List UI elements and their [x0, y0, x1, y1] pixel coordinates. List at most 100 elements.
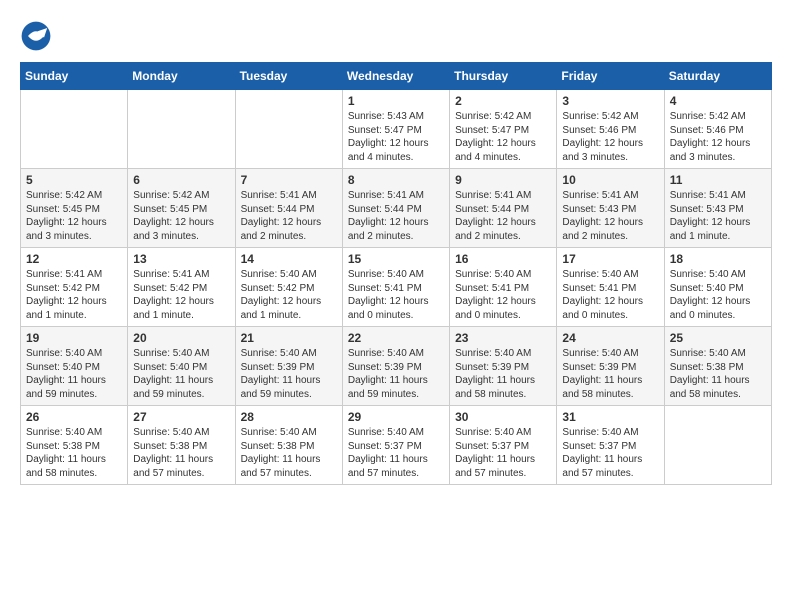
day-info: Sunrise: 5:40 AM Sunset: 5:41 PM Dayligh… [348, 268, 444, 322]
col-header-saturday: Saturday [664, 63, 771, 90]
logo [20, 20, 58, 52]
day-number: 21 [241, 331, 337, 345]
col-header-tuesday: Tuesday [235, 63, 342, 90]
calendar-cell: 22 Sunrise: 5:40 AM Sunset: 5:39 PM Dayli… [342, 327, 449, 406]
page-header [20, 20, 772, 52]
day-number: 10 [562, 173, 658, 187]
calendar-cell: 25 Sunrise: 5:40 AM Sunset: 5:38 PM Dayli… [664, 327, 771, 406]
logo-icon [20, 20, 52, 52]
day-number: 29 [348, 410, 444, 424]
day-number: 3 [562, 94, 658, 108]
calendar-week-row: 12 Sunrise: 5:41 AM Sunset: 5:42 PM Dayli… [21, 248, 772, 327]
day-number: 25 [670, 331, 766, 345]
calendar-cell [128, 90, 235, 169]
calendar-week-row: 1 Sunrise: 5:43 AM Sunset: 5:47 PM Daylig… [21, 90, 772, 169]
day-number: 9 [455, 173, 551, 187]
day-number: 1 [348, 94, 444, 108]
day-info: Sunrise: 5:41 AM Sunset: 5:42 PM Dayligh… [26, 268, 122, 322]
day-info: Sunrise: 5:41 AM Sunset: 5:42 PM Dayligh… [133, 268, 229, 322]
day-info: Sunrise: 5:40 AM Sunset: 5:39 PM Dayligh… [241, 347, 337, 401]
day-number: 30 [455, 410, 551, 424]
day-info: Sunrise: 5:42 AM Sunset: 5:47 PM Dayligh… [455, 110, 551, 164]
day-info: Sunrise: 5:41 AM Sunset: 5:44 PM Dayligh… [455, 189, 551, 243]
calendar-cell: 18 Sunrise: 5:40 AM Sunset: 5:40 PM Dayli… [664, 248, 771, 327]
day-info: Sunrise: 5:42 AM Sunset: 5:45 PM Dayligh… [133, 189, 229, 243]
day-info: Sunrise: 5:41 AM Sunset: 5:44 PM Dayligh… [348, 189, 444, 243]
day-info: Sunrise: 5:40 AM Sunset: 5:41 PM Dayligh… [562, 268, 658, 322]
calendar-cell: 2 Sunrise: 5:42 AM Sunset: 5:47 PM Daylig… [450, 90, 557, 169]
calendar-cell: 8 Sunrise: 5:41 AM Sunset: 5:44 PM Daylig… [342, 169, 449, 248]
day-info: Sunrise: 5:40 AM Sunset: 5:38 PM Dayligh… [241, 426, 337, 480]
day-info: Sunrise: 5:40 AM Sunset: 5:37 PM Dayligh… [455, 426, 551, 480]
day-info: Sunrise: 5:43 AM Sunset: 5:47 PM Dayligh… [348, 110, 444, 164]
day-number: 16 [455, 252, 551, 266]
day-number: 31 [562, 410, 658, 424]
calendar-cell: 27Sunrise: 5:40 AM Sunset: 5:38 PM Dayli… [128, 406, 235, 485]
day-info: Sunrise: 5:40 AM Sunset: 5:37 PM Dayligh… [348, 426, 444, 480]
calendar-cell: 11 Sunrise: 5:41 AM Sunset: 5:43 PM Dayli… [664, 169, 771, 248]
day-number: 20 [133, 331, 229, 345]
calendar-cell: 21 Sunrise: 5:40 AM Sunset: 5:39 PM Dayli… [235, 327, 342, 406]
calendar: SundayMondayTuesdayWednesdayThursdayFrid… [20, 62, 772, 485]
day-info: Sunrise: 5:40 AM Sunset: 5:39 PM Dayligh… [348, 347, 444, 401]
day-number: 6 [133, 173, 229, 187]
calendar-cell: 30 Sunrise: 5:40 AM Sunset: 5:37 PM Dayli… [450, 406, 557, 485]
calendar-cell: 7 Sunrise: 5:41 AM Sunset: 5:44 PM Daylig… [235, 169, 342, 248]
day-number: 4 [670, 94, 766, 108]
calendar-cell: 9 Sunrise: 5:41 AM Sunset: 5:44 PM Daylig… [450, 169, 557, 248]
calendar-cell: 12 Sunrise: 5:41 AM Sunset: 5:42 PM Dayli… [21, 248, 128, 327]
calendar-cell [664, 406, 771, 485]
day-info: Sunrise: 5:40 AM Sunset: 5:40 PM Dayligh… [133, 347, 229, 401]
day-info: Sunrise: 5:40 AM Sunset: 5:39 PM Dayligh… [562, 347, 658, 401]
calendar-cell: 15Sunrise: 5:40 AM Sunset: 5:41 PM Dayli… [342, 248, 449, 327]
calendar-cell: 19 Sunrise: 5:40 AM Sunset: 5:40 PM Dayli… [21, 327, 128, 406]
calendar-cell: 31 Sunrise: 5:40 AM Sunset: 5:37 PM Dayli… [557, 406, 664, 485]
calendar-cell: 14 Sunrise: 5:40 AM Sunset: 5:42 PM Dayli… [235, 248, 342, 327]
calendar-week-row: 5Sunrise: 5:42 AM Sunset: 5:45 PM Daylig… [21, 169, 772, 248]
day-number: 22 [348, 331, 444, 345]
day-number: 26 [26, 410, 122, 424]
day-number: 28 [241, 410, 337, 424]
calendar-cell: 26 Sunrise: 5:40 AM Sunset: 5:38 PM Dayli… [21, 406, 128, 485]
day-info: Sunrise: 5:42 AM Sunset: 5:45 PM Dayligh… [26, 189, 122, 243]
calendar-cell: 10Sunrise: 5:41 AM Sunset: 5:43 PM Dayli… [557, 169, 664, 248]
day-number: 23 [455, 331, 551, 345]
day-info: Sunrise: 5:40 AM Sunset: 5:38 PM Dayligh… [133, 426, 229, 480]
day-number: 12 [26, 252, 122, 266]
day-info: Sunrise: 5:41 AM Sunset: 5:44 PM Dayligh… [241, 189, 337, 243]
day-number: 17 [562, 252, 658, 266]
day-number: 19 [26, 331, 122, 345]
calendar-cell: 28 Sunrise: 5:40 AM Sunset: 5:38 PM Dayli… [235, 406, 342, 485]
calendar-cell: 17 Sunrise: 5:40 AM Sunset: 5:41 PM Dayli… [557, 248, 664, 327]
day-number: 11 [670, 173, 766, 187]
day-number: 2 [455, 94, 551, 108]
calendar-cell: 13Sunrise: 5:41 AM Sunset: 5:42 PM Dayli… [128, 248, 235, 327]
day-number: 18 [670, 252, 766, 266]
day-info: Sunrise: 5:40 AM Sunset: 5:38 PM Dayligh… [26, 426, 122, 480]
calendar-header-row: SundayMondayTuesdayWednesdayThursdayFrid… [21, 63, 772, 90]
calendar-cell [235, 90, 342, 169]
calendar-cell: 16Sunrise: 5:40 AM Sunset: 5:41 PM Dayli… [450, 248, 557, 327]
calendar-week-row: 19 Sunrise: 5:40 AM Sunset: 5:40 PM Dayli… [21, 327, 772, 406]
day-info: Sunrise: 5:42 AM Sunset: 5:46 PM Dayligh… [670, 110, 766, 164]
day-number: 8 [348, 173, 444, 187]
col-header-monday: Monday [128, 63, 235, 90]
col-header-friday: Friday [557, 63, 664, 90]
day-number: 7 [241, 173, 337, 187]
day-info: Sunrise: 5:40 AM Sunset: 5:38 PM Dayligh… [670, 347, 766, 401]
day-info: Sunrise: 5:40 AM Sunset: 5:37 PM Dayligh… [562, 426, 658, 480]
calendar-cell: 6 Sunrise: 5:42 AM Sunset: 5:45 PM Daylig… [128, 169, 235, 248]
day-info: Sunrise: 5:40 AM Sunset: 5:42 PM Dayligh… [241, 268, 337, 322]
calendar-cell: 20 Sunrise: 5:40 AM Sunset: 5:40 PM Dayli… [128, 327, 235, 406]
calendar-week-row: 26 Sunrise: 5:40 AM Sunset: 5:38 PM Dayli… [21, 406, 772, 485]
day-number: 14 [241, 252, 337, 266]
day-info: Sunrise: 5:40 AM Sunset: 5:40 PM Dayligh… [26, 347, 122, 401]
day-info: Sunrise: 5:42 AM Sunset: 5:46 PM Dayligh… [562, 110, 658, 164]
col-header-sunday: Sunday [21, 63, 128, 90]
day-info: Sunrise: 5:41 AM Sunset: 5:43 PM Dayligh… [670, 189, 766, 243]
calendar-cell: 24 Sunrise: 5:40 AM Sunset: 5:39 PM Dayli… [557, 327, 664, 406]
calendar-cell: 5Sunrise: 5:42 AM Sunset: 5:45 PM Daylig… [21, 169, 128, 248]
day-info: Sunrise: 5:40 AM Sunset: 5:40 PM Dayligh… [670, 268, 766, 322]
day-number: 24 [562, 331, 658, 345]
calendar-cell: 3 Sunrise: 5:42 AM Sunset: 5:46 PM Daylig… [557, 90, 664, 169]
